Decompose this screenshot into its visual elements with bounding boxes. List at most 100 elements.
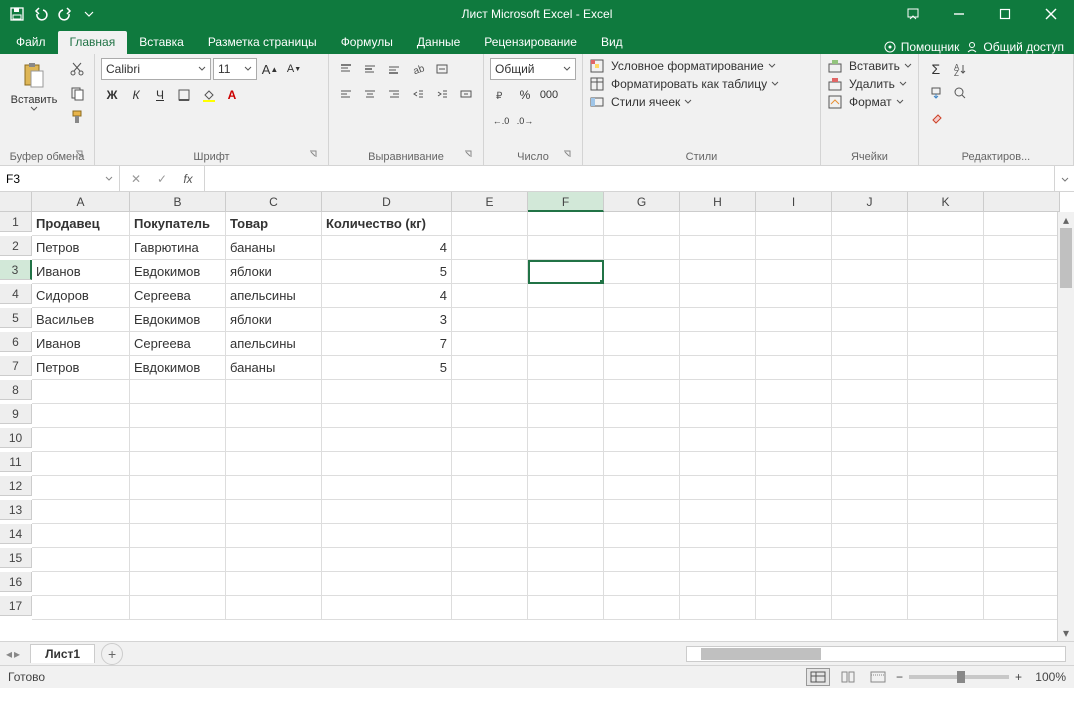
normal-view-button[interactable] xyxy=(806,668,830,686)
undo-icon[interactable] xyxy=(30,3,52,25)
cell[interactable] xyxy=(908,524,984,548)
cell[interactable]: 3 xyxy=(322,308,452,332)
cell[interactable]: Иванов xyxy=(32,260,130,284)
scroll-up-icon[interactable]: ▴ xyxy=(1058,212,1074,228)
cell[interactable] xyxy=(604,356,680,380)
column-header[interactable]: C xyxy=(226,192,322,212)
cell[interactable] xyxy=(680,548,756,572)
zoom-slider[interactable] xyxy=(909,675,1009,679)
row-header[interactable]: 5 xyxy=(0,308,32,328)
cell[interactable] xyxy=(604,452,680,476)
align-bottom-button[interactable] xyxy=(383,58,405,80)
font-name-combo[interactable]: Calibri xyxy=(101,58,211,80)
cell[interactable] xyxy=(756,524,832,548)
cell[interactable]: яблоки xyxy=(226,308,322,332)
cell[interactable] xyxy=(908,548,984,572)
cell[interactable] xyxy=(680,476,756,500)
maximize-button[interactable] xyxy=(982,0,1028,28)
cell[interactable] xyxy=(322,452,452,476)
tell-me[interactable]: Помощник xyxy=(883,40,960,54)
cell[interactable] xyxy=(984,500,1060,524)
decrease-indent-button[interactable] xyxy=(407,83,429,105)
cell[interactable] xyxy=(680,212,756,236)
paste-button[interactable]: Вставить xyxy=(6,58,62,114)
cell[interactable] xyxy=(680,284,756,308)
cell[interactable] xyxy=(832,548,908,572)
cell[interactable] xyxy=(908,260,984,284)
format-as-table-button[interactable]: Форматировать как таблицу xyxy=(589,76,779,92)
cell[interactable] xyxy=(528,284,604,308)
enter-formula-button[interactable]: ✓ xyxy=(150,169,174,189)
row-header[interactable]: 10 xyxy=(0,428,32,448)
cell[interactable]: Покупатель xyxy=(130,212,226,236)
cell[interactable] xyxy=(756,332,832,356)
cell[interactable] xyxy=(756,284,832,308)
bold-button[interactable]: Ж xyxy=(101,84,123,106)
cell[interactable] xyxy=(226,524,322,548)
cell[interactable] xyxy=(452,284,528,308)
formula-input[interactable] xyxy=(205,166,1054,191)
cell[interactable] xyxy=(832,404,908,428)
row-header[interactable]: 4 xyxy=(0,284,32,304)
cell[interactable] xyxy=(984,308,1060,332)
tab-formulas[interactable]: Формулы xyxy=(329,31,405,54)
cell[interactable] xyxy=(604,284,680,308)
row-header[interactable]: 3 xyxy=(0,260,32,280)
row-header[interactable]: 6 xyxy=(0,332,32,352)
cell[interactable] xyxy=(680,332,756,356)
cell[interactable] xyxy=(604,428,680,452)
scrollbar-thumb[interactable] xyxy=(1060,228,1072,288)
column-header[interactable]: D xyxy=(322,192,452,212)
cell[interactable] xyxy=(528,212,604,236)
cell[interactable] xyxy=(832,212,908,236)
row-header[interactable]: 9 xyxy=(0,404,32,424)
vertical-scrollbar[interactable]: ▴ ▾ xyxy=(1057,212,1074,641)
currency-button[interactable]: ₽ xyxy=(490,84,512,106)
cell[interactable]: Евдокимов xyxy=(130,308,226,332)
cell[interactable] xyxy=(604,308,680,332)
copy-button[interactable] xyxy=(66,82,88,104)
cell[interactable]: 5 xyxy=(322,260,452,284)
fill-button[interactable] xyxy=(925,82,947,104)
cell[interactable] xyxy=(528,572,604,596)
row-header[interactable]: 8 xyxy=(0,380,32,400)
cell[interactable] xyxy=(832,356,908,380)
cell[interactable] xyxy=(984,476,1060,500)
cell[interactable] xyxy=(452,596,528,620)
percent-button[interactable]: % xyxy=(514,84,536,106)
cell[interactable] xyxy=(452,404,528,428)
cell[interactable] xyxy=(756,452,832,476)
number-format-combo[interactable]: Общий xyxy=(490,58,576,80)
cell[interactable] xyxy=(680,452,756,476)
cell[interactable] xyxy=(452,524,528,548)
cell[interactable] xyxy=(452,308,528,332)
cell[interactable] xyxy=(528,548,604,572)
tab-home[interactable]: Главная xyxy=(58,31,128,54)
minimize-button[interactable] xyxy=(936,0,982,28)
cell[interactable] xyxy=(452,548,528,572)
increase-indent-button[interactable] xyxy=(431,83,453,105)
number-launcher[interactable] xyxy=(562,149,574,161)
cell[interactable]: 5 xyxy=(322,356,452,380)
cell[interactable] xyxy=(528,500,604,524)
cell[interactable] xyxy=(908,356,984,380)
cell[interactable] xyxy=(680,596,756,620)
cell[interactable] xyxy=(226,476,322,500)
cell[interactable] xyxy=(832,284,908,308)
delete-cells-button[interactable]: Удалить xyxy=(827,76,907,92)
cell[interactable] xyxy=(130,380,226,404)
cell[interactable] xyxy=(908,212,984,236)
cell[interactable] xyxy=(528,332,604,356)
align-left-button[interactable] xyxy=(335,83,357,105)
name-box[interactable] xyxy=(0,166,120,191)
cell[interactable] xyxy=(908,404,984,428)
italic-button[interactable]: К xyxy=(125,84,147,106)
cell[interactable]: Васильев xyxy=(32,308,130,332)
cell[interactable] xyxy=(604,572,680,596)
cell[interactable]: Товар xyxy=(226,212,322,236)
cell[interactable] xyxy=(528,476,604,500)
cell[interactable] xyxy=(130,548,226,572)
cell[interactable]: Количество (кг) xyxy=(322,212,452,236)
save-icon[interactable] xyxy=(6,3,28,25)
cell[interactable] xyxy=(908,380,984,404)
